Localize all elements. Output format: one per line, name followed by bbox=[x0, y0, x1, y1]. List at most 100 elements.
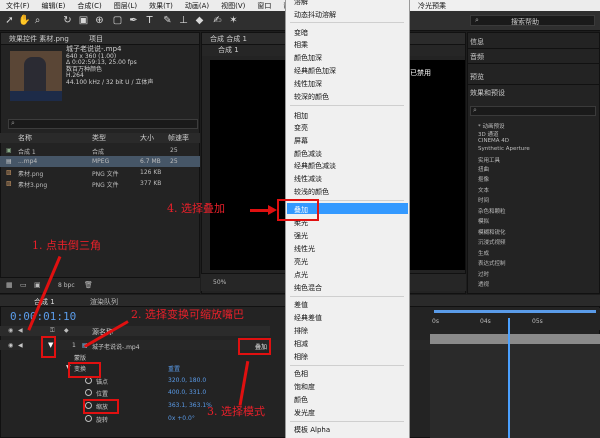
menu-item[interactable]: 模板 Alpha bbox=[294, 425, 330, 435]
work-area-bar[interactable] bbox=[434, 310, 596, 313]
menu-item[interactable]: 较浅的颜色 bbox=[294, 187, 329, 197]
stamp-tool-icon[interactable]: ⊥ bbox=[178, 14, 189, 27]
col-size[interactable]: 大小 bbox=[140, 133, 154, 143]
menu-item[interactable]: 颜色 bbox=[294, 395, 308, 405]
menu-item[interactable]: 亮光 bbox=[294, 257, 308, 267]
current-time-indicator[interactable] bbox=[508, 318, 510, 438]
menu-item[interactable]: 动态抖动溶解 bbox=[294, 10, 336, 20]
fx-category[interactable]: 模拟 bbox=[478, 217, 489, 225]
menu-animation[interactable]: 动画(A) bbox=[179, 1, 215, 11]
audio-icon[interactable]: ◀ bbox=[18, 342, 23, 349]
menu-item[interactable]: 线性加深 bbox=[294, 79, 322, 89]
roto-tool-icon[interactable]: ✍ bbox=[212, 14, 223, 27]
composition-subtab[interactable]: 合成 1 bbox=[218, 46, 239, 54]
menu-edit[interactable]: 编辑(E) bbox=[36, 1, 72, 11]
fx-category[interactable]: 生成 bbox=[478, 249, 489, 257]
audio-icon[interactable]: ◀ bbox=[18, 327, 23, 334]
fx-category[interactable]: 3D 通道 bbox=[478, 130, 498, 138]
rectangle-tool-icon[interactable]: ▢ bbox=[112, 14, 123, 27]
anchor-value[interactable]: 320.0, 180.0 bbox=[168, 377, 206, 384]
fx-category[interactable]: Synthetic Aperture bbox=[478, 146, 530, 152]
fx-category[interactable]: 模糊和锐化 bbox=[478, 228, 506, 236]
lock-icon[interactable]: ⚿ bbox=[50, 327, 55, 335]
eraser-tool-icon[interactable]: ◆ bbox=[194, 14, 205, 27]
prop-mask[interactable]: 蒙版 bbox=[74, 353, 86, 362]
effects-panel-title[interactable]: 效果和预设 bbox=[470, 88, 505, 98]
menu-item[interactable]: 色相 bbox=[294, 369, 308, 379]
menu-item[interactable]: 相除 bbox=[294, 352, 308, 362]
menu-file[interactable]: 文件(F) bbox=[0, 1, 36, 11]
menu-item[interactable]: 线性光 bbox=[294, 244, 315, 254]
camera-tool-icon[interactable]: ▣ bbox=[78, 14, 89, 27]
zoom-level[interactable]: 50% bbox=[213, 279, 226, 286]
rotate-tool-icon[interactable]: ↻ bbox=[62, 14, 73, 27]
fx-category[interactable]: 表达式控制 bbox=[478, 259, 506, 267]
brush-tool-icon[interactable]: ✎ bbox=[162, 14, 173, 27]
fx-category[interactable]: 过时 bbox=[478, 270, 489, 278]
transform-reset[interactable]: 重置 bbox=[168, 364, 180, 373]
menu-layer[interactable]: 图层(L) bbox=[108, 1, 143, 11]
project-row[interactable]: ▨ 素材3.png PNG 文件 377 KB bbox=[0, 178, 200, 189]
rotation-value[interactable]: 0x +0.0° bbox=[168, 415, 195, 422]
menu-item[interactable]: 经典颜色加深 bbox=[294, 66, 336, 76]
pan-tool-icon[interactable]: ⊕ bbox=[94, 14, 105, 27]
type-tool-icon[interactable]: T bbox=[144, 14, 155, 27]
project-row[interactable]: ▨ 素材.png PNG 文件 126 KB bbox=[0, 167, 200, 178]
menu-item[interactable]: 相加 bbox=[294, 111, 308, 121]
current-timecode[interactable]: 0:00:01:10 bbox=[10, 310, 76, 323]
menu-item[interactable]: 差值 bbox=[294, 300, 308, 310]
menu-item[interactable]: 较深的颜色 bbox=[294, 92, 329, 102]
effect-controls-tab[interactable]: 效果控件 素材.png bbox=[9, 35, 69, 43]
layer-name[interactable]: 城子老说说-.mp4 bbox=[92, 342, 140, 351]
project-search-input[interactable]: ⌕ bbox=[8, 119, 198, 129]
menu-item[interactable]: 变亮 bbox=[294, 123, 308, 133]
fx-category[interactable]: 扭曲 bbox=[478, 165, 489, 173]
label-icon[interactable]: ◆ bbox=[64, 327, 69, 334]
menu-item[interactable]: 经典颜色减淡 bbox=[294, 161, 336, 171]
scale-value[interactable]: 363.1, 363.1% bbox=[168, 402, 212, 409]
selection-tool-icon[interactable]: ➚ bbox=[4, 14, 15, 27]
pen-tool-icon[interactable]: ✒ bbox=[128, 14, 139, 27]
fx-category[interactable]: 透视 bbox=[478, 280, 489, 288]
col-name[interactable]: 名称 bbox=[18, 133, 32, 143]
new-composition-icon[interactable]: ▣ bbox=[34, 281, 41, 289]
puppet-tool-icon[interactable]: ✶ bbox=[228, 14, 239, 27]
menu-item[interactable]: 颜色减淡 bbox=[294, 149, 322, 159]
menu-item[interactable]: 相减 bbox=[294, 339, 308, 349]
audio-panel-title[interactable]: 音频 bbox=[470, 52, 484, 62]
menu-window[interactable]: 窗口 bbox=[251, 1, 277, 11]
menu-item[interactable]: 溶解 bbox=[294, 0, 308, 7]
menu-item[interactable]: 经典差值 bbox=[294, 313, 322, 323]
composition-tab[interactable]: 合成 合成 1 bbox=[210, 35, 247, 43]
fx-category[interactable]: * 动画预设 bbox=[478, 122, 505, 130]
info-panel-title[interactable]: 信息 bbox=[470, 37, 484, 47]
hand-tool-icon[interactable]: ✋ bbox=[18, 14, 30, 27]
fx-category[interactable]: 抠像 bbox=[478, 175, 489, 183]
effects-search-input[interactable]: ⌕ bbox=[470, 106, 596, 116]
col-fps[interactable]: 帧速率 bbox=[168, 133, 189, 143]
menu-effect[interactable]: 效果(T) bbox=[143, 1, 179, 11]
preview-panel-title[interactable]: 预览 bbox=[470, 72, 484, 82]
col-type[interactable]: 类型 bbox=[92, 133, 106, 143]
menu-item[interactable]: 屏幕 bbox=[294, 136, 308, 146]
project-row[interactable]: ▣ 合成 1 合成 25 bbox=[0, 145, 200, 156]
menu-item[interactable]: 点光 bbox=[294, 270, 308, 280]
stopwatch-icon[interactable] bbox=[85, 377, 92, 384]
fx-category[interactable]: 时间 bbox=[478, 196, 489, 204]
fx-category[interactable]: 杂色和颗粒 bbox=[478, 207, 506, 215]
bpc-label[interactable]: 8 bpc bbox=[58, 282, 75, 289]
position-value[interactable]: 400.0, 331.0 bbox=[168, 389, 206, 396]
menu-item[interactable]: 强光 bbox=[294, 231, 308, 241]
fx-category[interactable]: CINEMA 4D bbox=[478, 138, 509, 144]
menu-item[interactable]: 排除 bbox=[294, 326, 308, 336]
trash-icon[interactable]: 🗑 bbox=[84, 281, 93, 289]
menu-item[interactable]: 饱和度 bbox=[294, 382, 315, 392]
menu-item[interactable]: 发光度 bbox=[294, 408, 315, 418]
menu-composition[interactable]: 合成(C) bbox=[71, 1, 107, 11]
project-row[interactable]: ▤ ...mp4 MPEG 6.7 MB 25 bbox=[0, 156, 200, 167]
render-queue-tab[interactable]: 渲染队列 bbox=[90, 297, 118, 307]
help-search-box[interactable]: ⌕ 搜索帮助 bbox=[470, 15, 595, 26]
zoom-tool-icon[interactable]: ⌕ bbox=[32, 14, 43, 27]
menu-view[interactable]: 视图(V) bbox=[215, 1, 251, 11]
new-folder-icon[interactable]: ▭ bbox=[20, 281, 27, 289]
